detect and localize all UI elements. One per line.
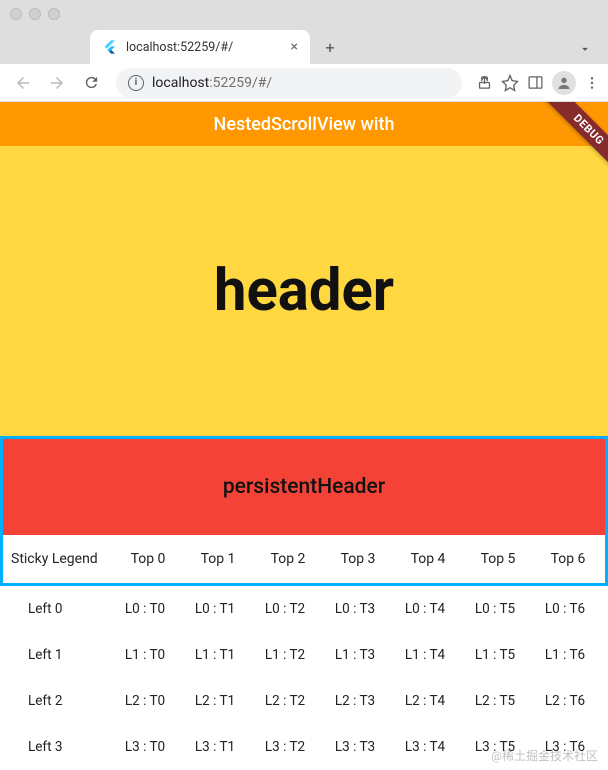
row-label: Left 0	[0, 601, 110, 617]
maximize-window-icon[interactable]	[48, 8, 60, 20]
table-cell: L2 : T4	[390, 693, 460, 709]
table-cell: L2 : T3	[320, 693, 390, 709]
table-cell: L1 : T5	[460, 647, 530, 663]
reload-button[interactable]	[76, 68, 106, 98]
new-tab-button[interactable]: +	[316, 33, 344, 61]
url-path: :52259/#/	[209, 75, 272, 91]
kebab-menu-icon[interactable]	[584, 75, 600, 91]
browser-toolbar: i localhost:52259/#/	[0, 64, 608, 102]
minimize-window-icon[interactable]	[29, 8, 41, 20]
table-cell: L3 : T1	[180, 739, 250, 755]
row-label: Left 3	[0, 739, 110, 755]
window-titlebar	[0, 0, 608, 28]
table-cell: L0 : T1	[180, 601, 250, 617]
app-viewport: NestedScrollView with DEBUG header persi…	[0, 102, 608, 770]
table-cell: L2 : T2	[250, 693, 320, 709]
column-header: Top 6	[533, 551, 603, 567]
browser-tab[interactable]: localhost:52259/#/ ×	[90, 30, 310, 64]
column-header: Top 0	[113, 551, 183, 567]
persistent-header-container: persistentHeader Sticky Legend Top 0Top …	[0, 436, 608, 586]
site-info-icon[interactable]: i	[128, 75, 144, 91]
column-header: Top 5	[463, 551, 533, 567]
url-host: localhost	[152, 75, 209, 91]
table-cell: L1 : T4	[390, 647, 460, 663]
flutter-favicon-icon	[102, 39, 118, 55]
profile-avatar[interactable]	[552, 71, 576, 95]
table-body[interactable]: Left 0L0 : T0L0 : T1L0 : T2L0 : T3L0 : T…	[0, 586, 608, 770]
column-header: Top 4	[393, 551, 463, 567]
row-label: Left 1	[0, 647, 110, 663]
persistent-header-text: persistentHeader	[223, 475, 385, 499]
table-cell: L1 : T0	[110, 647, 180, 663]
table-row: Left 2L2 : T0L2 : T1L2 : T2L2 : T3L2 : T…	[0, 678, 608, 724]
table-cell: L0 : T5	[460, 601, 530, 617]
table-cell: L2 : T6	[530, 693, 600, 709]
row-label: Left 2	[0, 693, 110, 709]
column-header: Top 1	[183, 551, 253, 567]
table-cell: L3 : T3	[320, 739, 390, 755]
table-cell: L0 : T3	[320, 601, 390, 617]
table-cell: L0 : T0	[110, 601, 180, 617]
table-cell: L3 : T4	[390, 739, 460, 755]
table-row: Left 1L1 : T0L1 : T1L1 : T2L1 : T3L1 : T…	[0, 632, 608, 678]
table-cell: L2 : T0	[110, 693, 180, 709]
column-header: Top 2	[253, 551, 323, 567]
table-cell: L1 : T6	[530, 647, 600, 663]
legend-row[interactable]: Sticky Legend Top 0Top 1Top 2Top 3Top 4T…	[3, 535, 605, 583]
app-title: NestedScrollView with	[214, 114, 395, 135]
back-button[interactable]	[8, 68, 38, 98]
side-panel-icon[interactable]	[527, 74, 544, 91]
table-cell: L1 : T2	[250, 647, 320, 663]
table-cell: L0 : T6	[530, 601, 600, 617]
bookmark-icon[interactable]	[501, 74, 519, 92]
table-cell: L1 : T1	[180, 647, 250, 663]
watermark: @稀土掘金技术社区	[491, 747, 598, 764]
tab-title: localhost:52259/#/	[126, 40, 233, 55]
table-cell: L3 : T2	[250, 739, 320, 755]
persistent-header: persistentHeader	[3, 439, 605, 535]
column-header: Top 3	[323, 551, 393, 567]
close-tab-icon[interactable]: ×	[291, 39, 298, 55]
table-cell: L3 : T0	[110, 739, 180, 755]
table-cell: L0 : T4	[390, 601, 460, 617]
header-block: header	[0, 146, 608, 436]
tabs-dropdown-icon[interactable]	[578, 42, 608, 64]
header-text: header	[214, 257, 394, 325]
table-row: Left 0L0 : T0L0 : T1L0 : T2L0 : T3L0 : T…	[0, 586, 608, 632]
table-cell: L2 : T1	[180, 693, 250, 709]
share-icon[interactable]	[476, 74, 493, 91]
table-cell: L1 : T3	[320, 647, 390, 663]
app-bar: NestedScrollView with	[0, 102, 608, 146]
close-window-icon[interactable]	[10, 8, 22, 20]
forward-button[interactable]	[42, 68, 72, 98]
tab-bar: localhost:52259/#/ × +	[0, 28, 608, 64]
address-bar[interactable]: i localhost:52259/#/	[116, 68, 462, 98]
sticky-legend-label: Sticky Legend	[3, 551, 113, 567]
table-cell: L0 : T2	[250, 601, 320, 617]
table-cell: L2 : T5	[460, 693, 530, 709]
